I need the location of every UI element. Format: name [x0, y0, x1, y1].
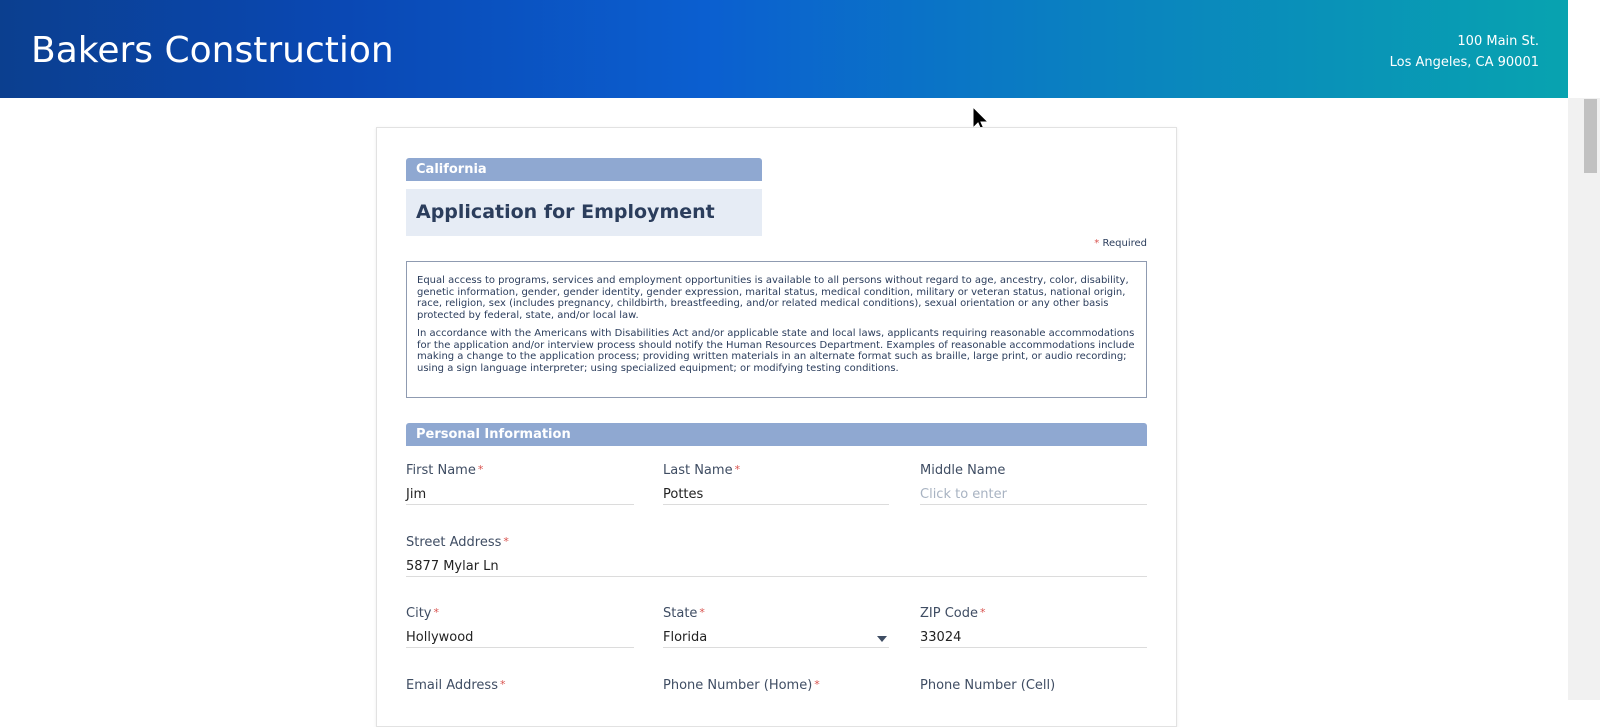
first-name-input[interactable]: Jim	[406, 487, 634, 505]
scrollbar-thumb[interactable]	[1584, 99, 1597, 173]
phone-cell-label: Phone Number (Cell)	[920, 678, 1056, 693]
state-tag: California	[406, 158, 762, 181]
first-name-field[interactable]: First Name * Jim	[406, 463, 634, 505]
first-name-label: First Name *	[406, 463, 484, 478]
address-line-2: Los Angeles, CA 90001	[1389, 55, 1539, 70]
last-name-field[interactable]: Last Name * Pottes	[663, 463, 889, 505]
form-title: Application for Employment	[416, 201, 715, 223]
required-note-text: Required	[1102, 238, 1147, 249]
street-address-label: Street Address *	[406, 535, 509, 550]
company-name: Bakers Construction	[31, 30, 394, 71]
zip-code-input[interactable]: 33024	[920, 630, 1147, 648]
title-box: Application for Employment	[406, 189, 762, 236]
middle-name-label: Middle Name	[920, 463, 1006, 478]
middle-name-input[interactable]: Click to enter	[920, 487, 1147, 505]
phone-home-label: Phone Number (Home) *	[663, 678, 820, 693]
street-address-input[interactable]: 5877 Mylar Ln	[406, 559, 1147, 577]
zip-code-label: ZIP Code *	[920, 606, 986, 621]
phone-home-field[interactable]: Phone Number (Home) *	[663, 678, 889, 696]
application-form: California Application for Employment * …	[376, 127, 1177, 727]
notice-paragraph-1: Equal access to programs, services and e…	[417, 275, 1129, 322]
city-label: City *	[406, 606, 439, 621]
required-note: * Required	[1094, 238, 1147, 249]
page-header: Bakers Construction 100 Main St. Los Ang…	[0, 0, 1568, 98]
last-name-input[interactable]: Pottes	[663, 487, 889, 505]
city-field[interactable]: City * Hollywood	[406, 606, 634, 648]
chevron-down-icon[interactable]	[877, 636, 887, 642]
city-input[interactable]: Hollywood	[406, 630, 634, 648]
middle-name-field[interactable]: Middle Name Click to enter	[920, 463, 1147, 505]
last-name-label: Last Name *	[663, 463, 741, 478]
phone-cell-field[interactable]: Phone Number (Cell)	[920, 678, 1147, 696]
equal-access-notice: Equal access to programs, services and e…	[406, 261, 1147, 398]
state-field[interactable]: State * Florida	[663, 606, 889, 648]
company-address: 100 Main St. Los Angeles, CA 90001	[1390, 31, 1539, 73]
street-address-field[interactable]: Street Address * 5877 Mylar Ln	[406, 535, 1147, 577]
required-star: *	[1094, 238, 1100, 249]
email-field[interactable]: Email Address *	[406, 678, 634, 696]
address-line-1: 100 Main St.	[1457, 34, 1539, 49]
state-label: State *	[663, 606, 705, 621]
email-label: Email Address *	[406, 678, 506, 693]
section-personal-information: Personal Information	[406, 423, 1147, 446]
page-scrollbar[interactable]	[1568, 98, 1600, 700]
state-select[interactable]: Florida	[663, 630, 889, 648]
notice-paragraph-2: In accordance with the Americans with Di…	[417, 327, 1135, 374]
zip-code-field[interactable]: ZIP Code * 33024	[920, 606, 1147, 648]
